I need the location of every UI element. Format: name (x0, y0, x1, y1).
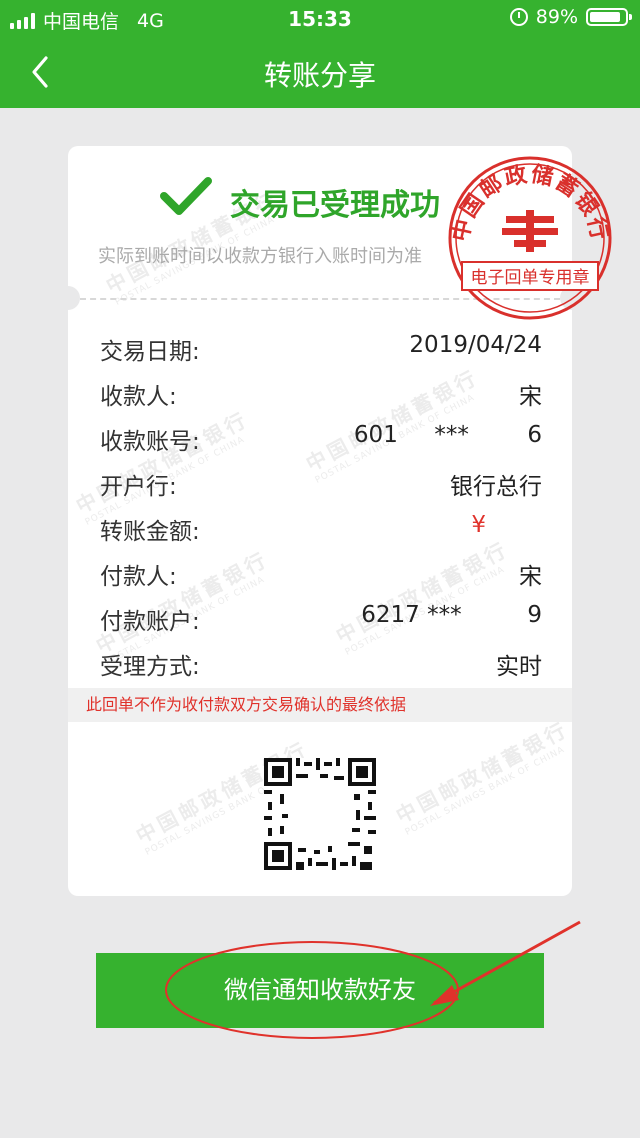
qr-code-icon[interactable] (264, 758, 376, 870)
divider (80, 298, 560, 300)
field-label: 收款人: (100, 384, 177, 410)
status-right: 89% (509, 6, 632, 28)
field-row: 付款人: 宋 (100, 557, 542, 602)
field-label: 开户行: (100, 474, 177, 500)
field-label: 受理方式: (100, 654, 200, 680)
card-notch (560, 286, 584, 310)
alarm-icon (509, 8, 528, 26)
battery-icon (586, 8, 632, 26)
watermark: 中国邮政储蓄银行 POSTAL SAVINGS BANK OF CHINA (391, 716, 573, 838)
field-value: 银行总行 (450, 474, 542, 500)
receipt-fields: 交易日期: 2019/04/24 收款人: 宋 收款账号: 601 *** 6 … (100, 332, 542, 692)
field-row: 收款人: 宋 (100, 377, 542, 422)
page-title: 转账分享 (263, 59, 376, 92)
field-value: 2019/04/24 (409, 332, 542, 358)
amount-value: ¥ (471, 512, 486, 538)
field-row: 转账金额: ¥ (100, 512, 542, 557)
arrival-notice: 实际到账时间以收款方银行入账时间为准 (98, 246, 422, 267)
nav-bar: 转账分享 (0, 36, 640, 108)
field-value: 6217 *** 9 (361, 602, 542, 628)
receipt-card: 中国邮政储蓄银行 POSTAL SAVINGS BANK OF CHINA 中国邮… (56, 146, 584, 896)
field-row: 开户行: 银行总行 (100, 467, 542, 512)
field-row: 受理方式: 实时 (100, 647, 542, 692)
success-title: 交易已受理成功 (230, 188, 440, 223)
card-notch (56, 286, 80, 310)
button-label: 微信通知收款好友 (224, 976, 416, 1004)
field-label: 付款人: (100, 564, 177, 590)
field-row: 收款账号: 601 *** 6 (100, 422, 542, 467)
field-value: 601 *** 6 (353, 422, 542, 448)
field-row: 交易日期: 2019/04/24 (100, 332, 542, 377)
top-bar: 中国电信 4G 15:33 89% 转账分享 (0, 0, 640, 108)
field-label: 交易日期: (100, 339, 200, 365)
disclaimer-text: 此回单不作为收付款双方交易确认的最终依据 (68, 688, 572, 722)
field-row: 付款账户: 6217 *** 9 (100, 602, 542, 647)
field-label: 转账金额: (100, 519, 200, 545)
checkmark-icon (160, 177, 212, 215)
battery-percent: 89% (535, 6, 578, 28)
field-value: 宋 (519, 384, 542, 410)
wechat-notify-button[interactable]: 微信通知收款好友 (96, 953, 544, 1028)
status-bar: 中国电信 4G 15:33 89% (0, 0, 640, 36)
field-label: 收款账号: (100, 429, 200, 455)
field-value: 实时 (496, 654, 542, 680)
field-value: 宋 (519, 564, 542, 590)
field-label: 付款账户: (100, 609, 200, 635)
receipt-header: 交易已受理成功 实际到账时间以收款方银行入账时间为准 (68, 146, 572, 298)
